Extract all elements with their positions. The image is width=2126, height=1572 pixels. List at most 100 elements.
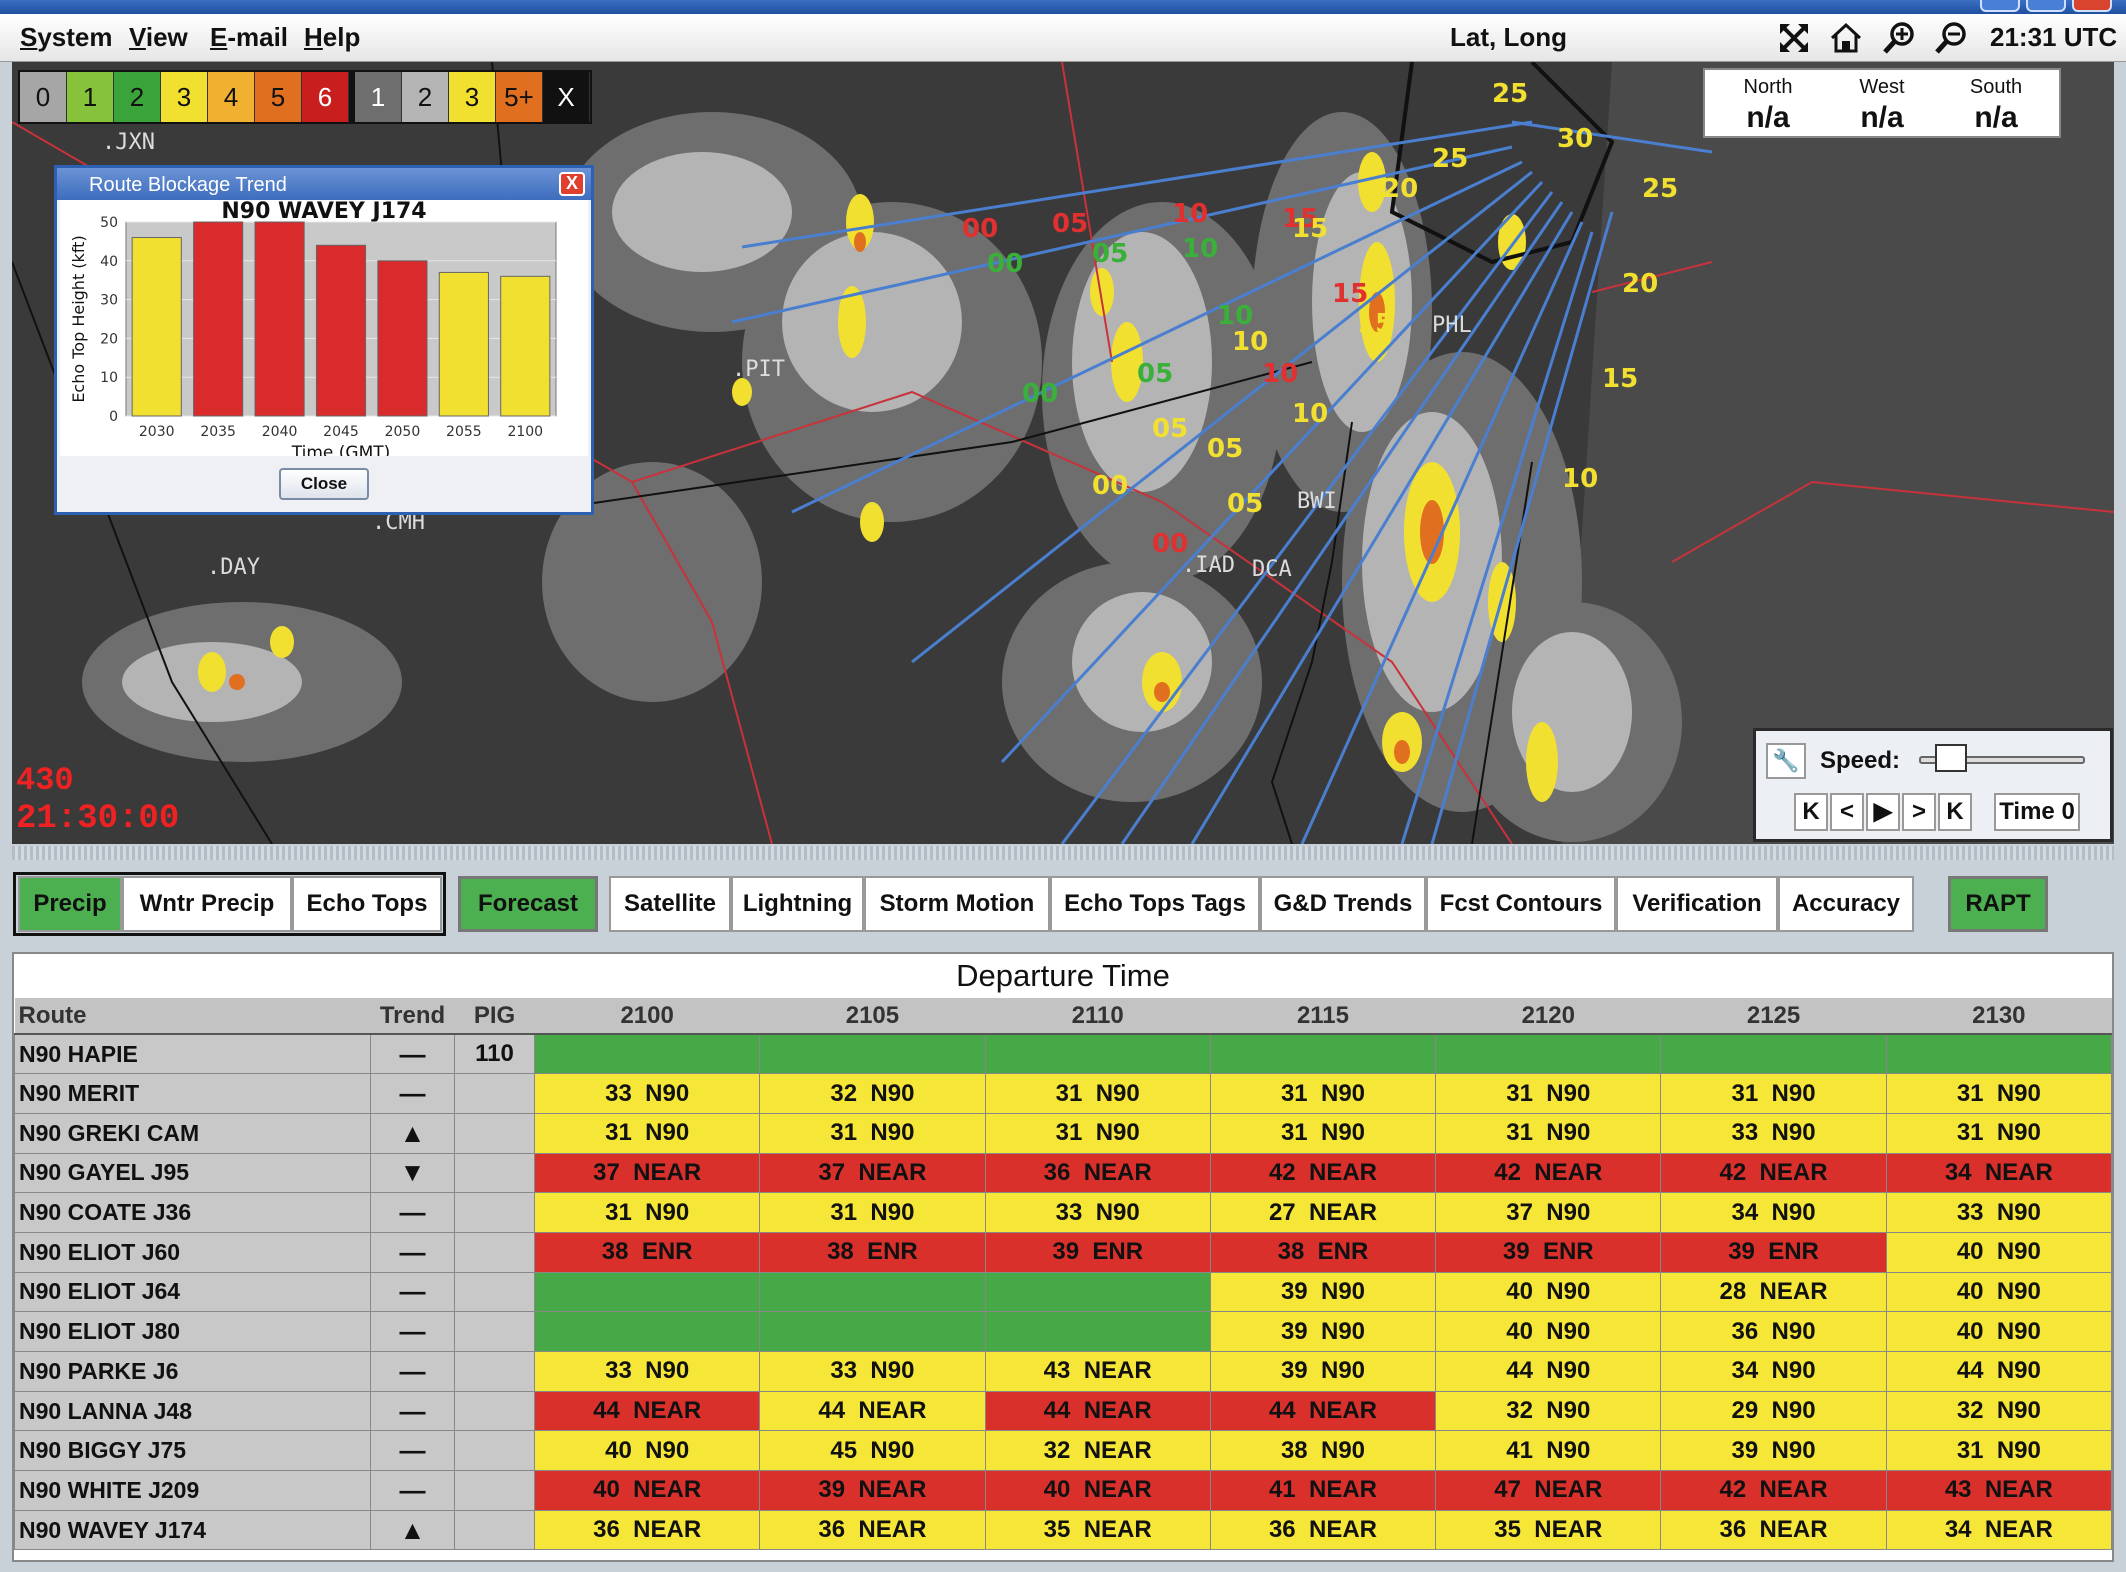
blockage-cell[interactable]: 40 N90 — [1435, 1311, 1662, 1352]
blockage-cell[interactable]: 37 N90 — [1435, 1192, 1662, 1233]
blockage-cell[interactable]: 42 NEAR — [1209, 1152, 1437, 1194]
blockage-cell[interactable]: 35 NEAR — [1435, 1509, 1662, 1551]
blockage-cell[interactable]: 36 NEAR — [1209, 1509, 1437, 1551]
blockage-cell[interactable]: 31 N90 — [1209, 1112, 1437, 1154]
column-header[interactable]: PIG — [454, 998, 535, 1035]
blockage-cell[interactable] — [984, 1311, 1211, 1352]
blockage-cell[interactable]: 33 N90 — [1660, 1112, 1887, 1154]
blockage-cell[interactable]: 42 NEAR — [1435, 1152, 1662, 1194]
route-name[interactable]: N90 ELIOT J80 — [14, 1311, 371, 1352]
column-header[interactable]: 2120 — [1435, 998, 1661, 1035]
blockage-cell[interactable]: 44 N90 — [1885, 1351, 2113, 1392]
blockage-cell[interactable]: 31 N90 — [1209, 1073, 1437, 1114]
legend-precip-level[interactable]: 6 — [302, 72, 349, 122]
blockage-cell[interactable]: 39 NEAR — [759, 1470, 986, 1511]
blockage-cell[interactable]: 39 N90 — [1209, 1351, 1437, 1392]
speed-slider-knob[interactable] — [1935, 744, 1968, 772]
blockage-cell[interactable] — [984, 1033, 1211, 1075]
blockage-cell[interactable]: 38 ENR — [1209, 1231, 1437, 1273]
blockage-cell[interactable]: 40 N90 — [1885, 1271, 2113, 1313]
table-row[interactable]: N90 GREKI CAM ▲ 31 N90 31 N90 31 N90 31 N90 31… — [14, 1112, 2113, 1154]
legend-echo-level[interactable]: 1 — [355, 72, 402, 122]
blockage-cell[interactable] — [533, 1271, 761, 1313]
menu-view[interactable]: View — [129, 22, 188, 53]
blockage-cell[interactable] — [1435, 1033, 1662, 1075]
blockage-cell[interactable]: 38 ENR — [533, 1231, 761, 1273]
tab-verification[interactable]: Verification — [1616, 876, 1778, 932]
route-name[interactable]: N90 PARKE J6 — [14, 1351, 371, 1392]
blockage-cell[interactable]: 32 N90 — [1435, 1390, 1662, 1432]
blockage-cell[interactable]: 32 N90 — [759, 1073, 986, 1114]
blockage-cell[interactable]: 47 NEAR — [1435, 1470, 1662, 1511]
table-row[interactable]: N90 PARKE J6—33 N90 33 N90 43 NEAR 39 N90 44… — [14, 1351, 2113, 1392]
blockage-cell[interactable]: 39 ENR — [1435, 1231, 1662, 1273]
dialog-close-icon[interactable]: X — [559, 172, 585, 196]
blockage-cell[interactable]: 37 NEAR — [759, 1152, 986, 1194]
tab-fcst-contours[interactable]: Fcst Contours — [1426, 876, 1616, 932]
table-row[interactable]: N90 LANNA J48—44 NEAR 44 NEAR 44 NEAR 44 NE… — [14, 1390, 2113, 1432]
blockage-cell[interactable] — [759, 1271, 986, 1313]
blockage-cell[interactable]: 31 N90 — [984, 1112, 1211, 1154]
blockage-cell[interactable]: 39 N90 — [1209, 1271, 1437, 1313]
blockage-cell[interactable]: 31 N90 — [533, 1112, 761, 1154]
blockage-cell[interactable]: 31 N90 — [1885, 1112, 2113, 1154]
blockage-cell[interactable]: 34 NEAR — [1885, 1152, 2113, 1194]
legend-precip-level[interactable]: 4 — [208, 72, 255, 122]
blockage-cell[interactable]: 41 N90 — [1435, 1430, 1662, 1472]
blockage-cell[interactable]: 28 NEAR — [1660, 1271, 1887, 1313]
table-row[interactable]: N90 GAYEL J95 ▼ 37 NEAR 37 NEAR 36 NEAR 42 NE… — [14, 1152, 2113, 1194]
blockage-cell[interactable]: 44 NEAR — [533, 1390, 761, 1432]
legend-echo-level[interactable]: 3 — [449, 72, 496, 122]
legend-precip-level[interactable]: 0 — [20, 72, 67, 122]
legend-clear-button[interactable]: X — [543, 72, 590, 122]
blockage-cell[interactable] — [533, 1311, 761, 1352]
table-row[interactable]: N90 ELIOT J80—39 N90 40 N90 36 N90 40 N90 — [14, 1311, 2113, 1352]
column-header[interactable]: 2110 — [985, 998, 1211, 1035]
route-name[interactable]: N90 WAVEY J174 — [14, 1509, 371, 1551]
blockage-cell[interactable]: 36 N90 — [1660, 1311, 1887, 1352]
column-header[interactable]: 2100 — [534, 998, 760, 1035]
tab-accuracy[interactable]: Accuracy — [1778, 876, 1914, 932]
blockage-cell[interactable] — [1660, 1033, 1887, 1075]
legend-echo-level[interactable]: 2 — [402, 72, 449, 122]
blockage-cell[interactable]: 31 N90 — [759, 1192, 986, 1233]
blockage-cell[interactable] — [759, 1033, 986, 1075]
tab-satellite[interactable]: Satellite — [609, 876, 731, 932]
menu-help[interactable]: Help — [304, 22, 360, 53]
blockage-cell[interactable]: 39 ENR — [1660, 1231, 1887, 1273]
blockage-cell[interactable] — [984, 1271, 1211, 1313]
legend-echo-level[interactable]: 5+ — [496, 72, 543, 122]
tab-echo-tops-tags[interactable]: Echo Tops Tags — [1050, 876, 1260, 932]
zoom-out-icon[interactable] — [1934, 20, 1970, 56]
blockage-cell[interactable]: 38 N90 — [1209, 1430, 1437, 1472]
last-frame-button[interactable]: K — [1938, 793, 1972, 831]
maximize-button[interactable] — [2026, 0, 2066, 12]
legend-precip-level[interactable]: 1 — [67, 72, 114, 122]
play-button[interactable]: ▶ — [1866, 793, 1900, 831]
route-name[interactable]: N90 HAPIE — [14, 1033, 371, 1075]
time-zero-button[interactable]: Time 0 — [1994, 793, 2080, 831]
blockage-cell[interactable]: 39 ENR — [984, 1231, 1211, 1273]
blockage-cell[interactable]: 33 N90 — [533, 1073, 761, 1114]
menu-system[interactable]: System — [20, 22, 113, 53]
tab-rapt[interactable]: RAPT — [1948, 876, 2048, 932]
previous-frame-button[interactable]: < — [1830, 793, 1864, 831]
zoom-in-icon[interactable] — [1882, 20, 1918, 56]
blockage-cell[interactable]: 32 NEAR — [984, 1430, 1211, 1472]
tab-gd-trends[interactable]: G&D Trends — [1260, 876, 1426, 932]
blockage-cell[interactable]: 32 N90 — [1885, 1390, 2113, 1432]
blockage-cell[interactable]: 27 NEAR — [1209, 1192, 1437, 1233]
blockage-cell[interactable]: 31 N90 — [984, 1073, 1211, 1114]
legend-precip-level[interactable]: 5 — [255, 72, 302, 122]
tab-precip[interactable]: Precip — [18, 876, 122, 932]
blockage-cell[interactable]: 44 NEAR — [1209, 1390, 1437, 1432]
menu-email[interactable]: E-mail — [210, 22, 288, 53]
blockage-cell[interactable]: 33 N90 — [533, 1351, 761, 1392]
blockage-cell[interactable]: 43 NEAR — [984, 1351, 1211, 1392]
route-name[interactable]: N90 COATE J36 — [14, 1192, 371, 1233]
blockage-cell[interactable]: 40 NEAR — [984, 1470, 1211, 1511]
blockage-cell[interactable]: 31 N90 — [1660, 1073, 1887, 1114]
column-header[interactable]: 2105 — [759, 998, 986, 1035]
blockage-cell[interactable]: 35 NEAR — [984, 1509, 1211, 1551]
column-header[interactable]: Route — [14, 998, 371, 1035]
